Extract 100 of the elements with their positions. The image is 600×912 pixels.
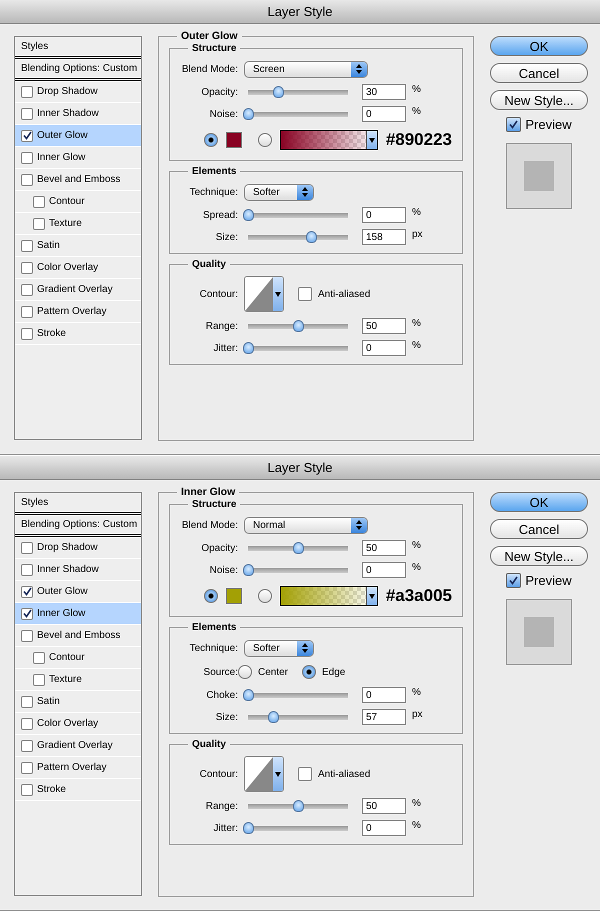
radio-button[interactable]: [238, 665, 252, 679]
slider-thumb[interactable]: [268, 711, 279, 723]
color-swatch[interactable]: [226, 588, 242, 604]
dialog-button[interactable]: OK: [490, 492, 588, 512]
dialog-button[interactable]: Cancel: [490, 63, 588, 83]
checkbox[interactable]: [506, 117, 522, 132]
style-list-item[interactable]: Satin: [15, 691, 141, 713]
dropdown[interactable]: Normal: [244, 516, 368, 534]
style-list-item[interactable]: Inner Glow: [15, 603, 141, 625]
checkbox[interactable]: [21, 328, 33, 340]
style-list-item[interactable]: Pattern Overlay: [15, 757, 141, 779]
style-list-item[interactable]: Contour: [15, 191, 141, 213]
checkbox[interactable]: [21, 240, 33, 252]
style-list-item[interactable]: Stroke: [15, 779, 141, 801]
value-field[interactable]: 50: [362, 798, 406, 814]
style-list-item[interactable]: Pattern Overlay: [15, 301, 141, 323]
slider-thumb[interactable]: [293, 542, 304, 554]
style-list-item[interactable]: Stroke: [15, 323, 141, 345]
checkbox[interactable]: [21, 108, 33, 120]
value-field[interactable]: 0: [362, 820, 406, 836]
checkbox[interactable]: [21, 152, 33, 164]
style-list-item[interactable]: Drop Shadow: [15, 537, 141, 559]
styles-list-item[interactable]: Styles: [15, 37, 141, 59]
checkbox[interactable]: [21, 696, 33, 708]
gradient-picker[interactable]: [280, 586, 378, 606]
checkbox[interactable]: [33, 674, 45, 686]
checkbox[interactable]: [21, 784, 33, 796]
checkbox[interactable]: [298, 287, 312, 301]
slider-thumb[interactable]: [243, 689, 254, 701]
value-field[interactable]: 0: [362, 106, 406, 122]
style-list-item[interactable]: Bevel and Emboss: [15, 625, 141, 647]
checkbox[interactable]: [506, 573, 522, 588]
dialog-button[interactable]: New Style...: [490, 90, 588, 110]
style-list-item[interactable]: Outer Glow: [15, 125, 141, 147]
style-list-item[interactable]: Satin: [15, 235, 141, 257]
color-swatch[interactable]: [226, 132, 242, 148]
radio-button[interactable]: [204, 589, 218, 603]
value-field[interactable]: 0: [362, 687, 406, 703]
value-field[interactable]: 50: [362, 318, 406, 334]
dialog-button[interactable]: New Style...: [490, 546, 588, 566]
checkbox[interactable]: [21, 542, 33, 554]
styles-list-item[interactable]: Blending Options: Custom: [15, 515, 141, 537]
checkbox[interactable]: [21, 740, 33, 752]
styles-list-item[interactable]: Blending Options: Custom: [15, 59, 141, 81]
dialog-button[interactable]: OK: [490, 36, 588, 56]
checkbox[interactable]: [21, 306, 33, 318]
slider-thumb[interactable]: [243, 564, 254, 576]
checkbox[interactable]: [21, 630, 33, 642]
value-field[interactable]: 57: [362, 709, 406, 725]
checkbox[interactable]: [21, 564, 33, 576]
checkbox[interactable]: [21, 174, 33, 186]
checkbox[interactable]: [21, 762, 33, 774]
checkbox[interactable]: [33, 652, 45, 664]
checkbox[interactable]: [21, 608, 33, 620]
style-list-item[interactable]: Color Overlay: [15, 713, 141, 735]
radio-button[interactable]: [258, 589, 272, 603]
style-list-item[interactable]: Bevel and Emboss: [15, 169, 141, 191]
radio-button[interactable]: [258, 133, 272, 147]
contour-picker[interactable]: [244, 756, 284, 792]
slider-thumb[interactable]: [306, 231, 317, 243]
checkbox[interactable]: [21, 718, 33, 730]
checkbox[interactable]: [21, 262, 33, 274]
slider-thumb[interactable]: [273, 86, 284, 98]
style-list-item[interactable]: Gradient Overlay: [15, 279, 141, 301]
style-list-item[interactable]: Inner Shadow: [15, 559, 141, 581]
slider-thumb[interactable]: [243, 209, 254, 221]
value-field[interactable]: 0: [362, 340, 406, 356]
value-field[interactable]: 158: [362, 229, 406, 245]
dropdown[interactable]: Softer: [244, 640, 314, 656]
slider-thumb[interactable]: [293, 320, 304, 332]
checkbox[interactable]: [21, 130, 33, 142]
checkbox[interactable]: [21, 86, 33, 98]
radio-button[interactable]: [302, 665, 316, 679]
style-list-item[interactable]: Gradient Overlay: [15, 735, 141, 757]
checkbox[interactable]: [21, 284, 33, 296]
checkbox[interactable]: [298, 767, 312, 781]
checkbox[interactable]: [33, 196, 45, 208]
style-list-item[interactable]: Drop Shadow: [15, 81, 141, 103]
value-field[interactable]: 0: [362, 562, 406, 578]
dropdown[interactable]: Screen: [244, 60, 368, 78]
value-field[interactable]: 30: [362, 84, 406, 100]
dropdown[interactable]: Softer: [244, 184, 314, 200]
style-list-item[interactable]: Color Overlay: [15, 257, 141, 279]
value-field[interactable]: 50: [362, 540, 406, 556]
slider-thumb[interactable]: [243, 108, 254, 120]
radio-button[interactable]: [204, 133, 218, 147]
gradient-picker[interactable]: [280, 130, 378, 150]
dialog-button[interactable]: Cancel: [490, 519, 588, 539]
styles-list-item[interactable]: Styles: [15, 493, 141, 515]
slider-thumb[interactable]: [243, 822, 254, 834]
style-list-item[interactable]: Contour: [15, 647, 141, 669]
slider-thumb[interactable]: [293, 800, 304, 812]
style-list-item[interactable]: Texture: [15, 213, 141, 235]
style-list-item[interactable]: Inner Glow: [15, 147, 141, 169]
style-list-item[interactable]: Texture: [15, 669, 141, 691]
slider-thumb[interactable]: [243, 342, 254, 354]
contour-picker[interactable]: [244, 276, 284, 312]
checkbox[interactable]: [21, 586, 33, 598]
value-field[interactable]: 0: [362, 207, 406, 223]
checkbox[interactable]: [33, 218, 45, 230]
